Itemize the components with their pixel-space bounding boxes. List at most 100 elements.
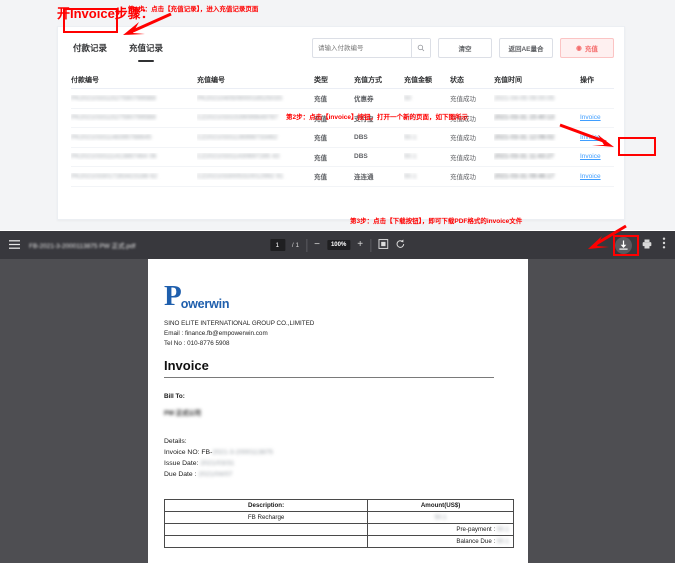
cell-payment-no: PK2021033115275907995B8	[71, 94, 156, 102]
invoice-item-desc: FB Recharge	[163, 511, 369, 524]
pdf-toolbar-left: FB-2021-3-2000113875 PW 正式.pdf	[0, 236, 135, 254]
card-toolbar: 清空 返回AE量合 ◉ 充值	[312, 38, 614, 58]
company-email: Email : finance.fb@empowerwin.com	[164, 329, 268, 337]
cell-payment-no: PK20210331148395788645	[71, 133, 152, 141]
cell-payment-no: PK2021033115275907995B8	[71, 114, 156, 122]
page-number-input[interactable]: 1	[269, 239, 285, 251]
cell-status: 充值成功	[450, 154, 476, 162]
invoice-prepayment-cell: Pre-payment : 50.1	[367, 523, 514, 536]
hamburger-icon[interactable]	[9, 236, 20, 254]
cell-status: 充值成功	[450, 174, 476, 182]
cell-payment-no: PK2021033111413867464 06	[71, 153, 157, 161]
back-to-ae-button[interactable]: 返回AE量合	[499, 38, 553, 58]
table-row: PK2021033115275907995B8 PK20210405090001…	[71, 89, 614, 109]
invoice-no-line: Invoice NO: FB-2021-3-2000113875	[164, 447, 273, 458]
due-date-label: Due Date :	[164, 471, 199, 478]
table-header-row: 付款编号 充值编号 类型 充值方式 充值金额 状态 充值时间 操作	[71, 71, 614, 89]
cell-time: 2021-04-05 09:00:05	[494, 94, 555, 102]
cell-amount: 50	[404, 94, 412, 102]
invoice-col-description: Description:	[163, 499, 369, 512]
toolbar-divider	[370, 238, 372, 252]
coin-icon: ◉	[576, 45, 582, 52]
cell-amount: 50.1	[404, 172, 417, 180]
invoice-link-highlight-box	[618, 137, 656, 156]
recharge-button[interactable]: ◉ 充值	[560, 38, 614, 58]
invoice-item-desc-empty	[163, 535, 369, 548]
cell-type: 充值	[314, 174, 327, 182]
table-row: PK20210331148395788645 CZ202103311369987…	[71, 128, 614, 148]
table-row: PK2021033017283423188 62 CZ2021033005310…	[71, 167, 614, 187]
more-vertical-icon[interactable]	[662, 236, 666, 254]
table-row: PK2021033111413867464 06 CZ2021033114306…	[71, 148, 614, 167]
col-status: 状态	[450, 76, 464, 84]
recharge-button-label: 充值	[584, 46, 598, 53]
details-label: Details:	[164, 438, 187, 445]
cell-method: DBS	[354, 153, 368, 161]
cell-time: 2021-03-31 11:43:27	[494, 153, 554, 161]
pdf-toolbar: FB-2021-3-2000113875 PW 正式.pdf 1 / 1 − 1…	[0, 231, 675, 259]
cell-action: Invoice	[580, 173, 614, 180]
invoice-heading: Invoice	[164, 358, 209, 373]
cell-recharge-no: PK20210405090001652503S	[197, 94, 283, 102]
cell-time: 2021-03-31 15:40:13	[494, 114, 555, 122]
annotation-arrow-1	[117, 11, 175, 42]
cell-payment-no: PK2021033017283423188 62	[71, 172, 158, 180]
cell-action: Invoice	[580, 153, 614, 160]
invoice-link[interactable]: Invoice	[580, 114, 601, 121]
bill-to-value: PW 正式公司	[164, 410, 202, 418]
powerwin-logo: P owerwin	[164, 282, 230, 312]
cell-recharge-no: CZ2021033005310012992 91	[197, 172, 284, 180]
invoice-link[interactable]: Invoice	[580, 153, 601, 160]
col-action: 操作	[580, 76, 594, 84]
invoice-balance-due-cell: Balance Due : 50.1	[367, 535, 514, 548]
search-icon[interactable]	[411, 39, 430, 57]
annotation-step3: 第3步：点击【下载按钮】，即可下载PDF格式的invoice文件	[350, 218, 523, 225]
bill-to-block: Bill To: PW 正式公司	[164, 392, 201, 420]
pdf-viewport: P owerwin SINO ELITE INTERNATIONAL GROUP…	[0, 259, 675, 563]
cell-status: 充值成功	[450, 96, 476, 104]
invoice-details-block: Details: Invoice NO: FB-2021-3-200011387…	[164, 436, 273, 480]
due-date-value: 2021/04/07	[198, 471, 233, 478]
col-time: 充值时间	[494, 76, 522, 84]
rotate-icon[interactable]	[395, 236, 405, 254]
annotation-arrow-2	[558, 123, 620, 154]
recharge-records-card: 付款记录 充值记录 清空 返回AE量合 ◉ 充值	[57, 26, 656, 220]
invoice-divider	[164, 377, 494, 378]
tab-payment-records[interactable]: 付款记录	[71, 39, 109, 57]
cell-amount: 50.1	[404, 133, 417, 141]
invoice-no-value: 2021-3-2000113875	[212, 449, 274, 456]
fit-page-icon[interactable]	[378, 236, 389, 254]
cell-time: 2021-03-31 09:46:17	[494, 172, 555, 180]
annotation-step2: 第2步：点击【invoice】按钮，打开一个新的页面，如下图所示	[286, 114, 469, 121]
company-name: SINO ELITE INTERNATIONAL GROUP CO.,LIMIT…	[164, 320, 315, 327]
search-input[interactable]	[313, 39, 411, 57]
search-field[interactable]	[312, 38, 431, 58]
invoice-table-row: FB Recharge 50.1	[163, 511, 514, 524]
clear-button[interactable]: 清空	[438, 38, 492, 58]
issue-date-value: 2021/03/31	[200, 460, 235, 467]
invoice-table-header-row: Description: Amount(US$)	[163, 499, 514, 512]
due-date-line: Due Date : 2021/04/07	[164, 469, 273, 480]
cell-type: 充值	[314, 135, 327, 143]
pdf-toolbar-center: 1 / 1 − 100% +	[269, 236, 405, 254]
cell-method: 优惠券	[354, 96, 374, 104]
plus-icon[interactable]: +	[357, 240, 363, 250]
cell-action: Invoice	[580, 114, 614, 121]
page-total-label: / 1	[291, 241, 300, 249]
cell-type: 充值	[314, 154, 327, 162]
cell-method: DBS	[354, 133, 368, 141]
invoice-col-amount: Amount(US$)	[367, 499, 514, 512]
bill-to-label: Bill To:	[164, 393, 185, 400]
invoice-line-items-table: Description: Amount(US$) FB Recharge 50.…	[163, 499, 514, 548]
print-icon[interactable]	[642, 236, 652, 254]
col-method: 充值方式	[354, 76, 382, 84]
cell-amount: 50.1	[404, 153, 417, 161]
invoice-item-desc-empty	[163, 523, 369, 536]
logo-text: owerwin	[180, 297, 230, 311]
issue-date-label: Issue Date:	[164, 460, 201, 467]
col-recharge-no: 充值编号	[197, 76, 225, 84]
zoom-level-display[interactable]: 100%	[326, 240, 351, 250]
minus-icon[interactable]: −	[314, 240, 320, 250]
invoice-link[interactable]: Invoice	[580, 173, 601, 180]
col-type: 类型	[314, 76, 328, 84]
